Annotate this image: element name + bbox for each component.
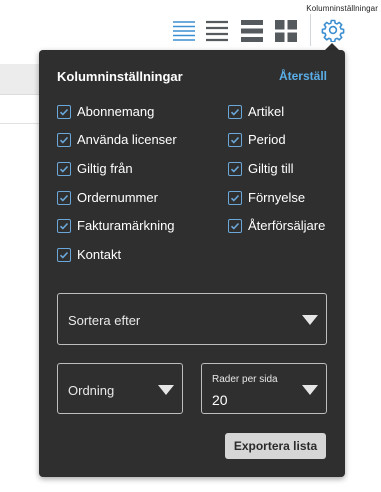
checkbox[interactable] xyxy=(228,104,242,119)
checkbox-label: Giltig till xyxy=(248,161,294,176)
rows-per-page-label: Rader per sida xyxy=(212,374,278,385)
column-settings-panel: Kolumninställningar Återställ Abonnemang… xyxy=(39,50,345,477)
background-table-header xyxy=(0,64,40,95)
checkbox[interactable] xyxy=(57,161,71,176)
panel-title: Kolumninställningar xyxy=(57,69,183,84)
reset-link[interactable]: Återställ xyxy=(279,69,327,83)
chevron-down-icon xyxy=(158,385,174,395)
checkbox[interactable] xyxy=(57,190,71,205)
list-compact-icon[interactable] xyxy=(172,19,196,43)
column-checkbox-fakturamarkning[interactable]: Fakturamärkning xyxy=(57,218,175,233)
sort-select[interactable]: Sortera efter xyxy=(57,293,327,345)
column-checkbox-abonnemang[interactable]: Abonnemang xyxy=(57,104,154,119)
column-checkbox-kontakt[interactable]: Kontakt xyxy=(57,247,121,262)
checkbox-label: Giltig från xyxy=(77,161,133,176)
page: Kolumninställningar Kolumninställningar … xyxy=(0,0,381,492)
column-checkbox-giltig-till[interactable]: Giltig till xyxy=(228,161,294,176)
checkbox-label: Kontakt xyxy=(77,247,122,262)
grid-icon[interactable] xyxy=(274,19,298,43)
checkbox[interactable] xyxy=(228,132,242,147)
checkbox-label: Fakturamärkning xyxy=(77,218,175,233)
checkbox[interactable] xyxy=(228,218,242,233)
checkbox[interactable] xyxy=(57,218,71,233)
checkbox-label: Abonnemang xyxy=(77,104,155,119)
column-checkbox-period[interactable]: Period xyxy=(228,132,286,147)
checkbox-label: Artikel xyxy=(248,104,285,119)
tooltip: Kolumninställningar xyxy=(306,4,378,13)
gear-icon[interactable] xyxy=(321,18,345,42)
checkbox-label: Återförsäljare xyxy=(248,218,326,233)
checkbox[interactable] xyxy=(228,161,242,176)
checkbox-label: Använda licenser xyxy=(77,132,177,147)
checkbox[interactable] xyxy=(57,132,71,147)
toolbar-divider xyxy=(310,14,311,46)
column-checkbox-fornyelse[interactable]: Förnyelse xyxy=(228,190,305,205)
column-checkbox-artikel[interactable]: Artikel xyxy=(228,104,284,119)
list-wide-icon[interactable] xyxy=(240,19,264,43)
order-select[interactable]: Ordning xyxy=(57,363,183,414)
column-checkbox-giltig-fran[interactable]: Giltig från xyxy=(57,161,133,176)
column-checkbox-anvanda-licenser[interactable]: Använda licenser xyxy=(57,132,177,147)
export-list-button[interactable]: Exportera lista xyxy=(225,433,326,459)
chevron-down-icon xyxy=(302,315,318,325)
checkbox-label: Period xyxy=(248,132,286,147)
chevron-down-icon xyxy=(302,385,318,395)
rows-per-page-select[interactable]: Rader per sida 20 xyxy=(201,363,327,414)
checkbox[interactable] xyxy=(57,104,71,119)
column-checkbox-aterforsaljare[interactable]: Återförsäljare xyxy=(228,218,325,233)
order-select-placeholder: Ordning xyxy=(68,383,115,398)
checkbox-label: Ordernummer xyxy=(77,190,158,205)
sort-select-placeholder: Sortera efter xyxy=(68,313,141,328)
column-checkbox-ordernummer[interactable]: Ordernummer xyxy=(57,190,158,205)
rows-per-page-value: 20 xyxy=(212,392,228,408)
checkbox[interactable] xyxy=(228,190,242,205)
background-divider xyxy=(0,123,40,124)
checkbox[interactable] xyxy=(57,247,71,262)
list-icon[interactable] xyxy=(205,19,229,43)
checkbox-label: Förnyelse xyxy=(248,190,306,205)
